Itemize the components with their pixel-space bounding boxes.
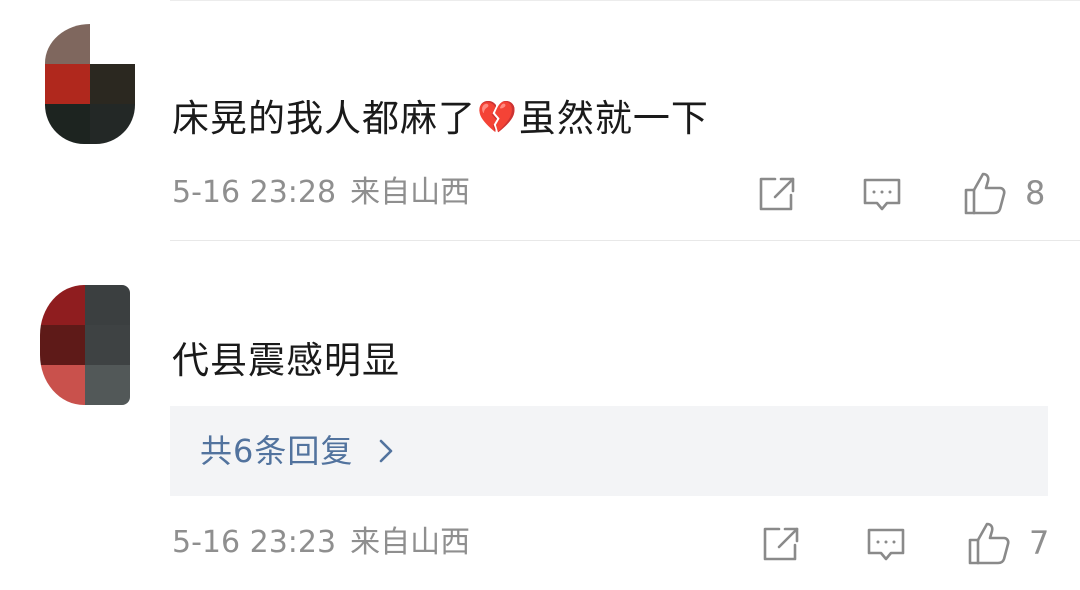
chevron-right-icon bbox=[379, 439, 393, 463]
replies-count-label: 共6条回复 bbox=[200, 432, 354, 470]
comment-icon bbox=[863, 178, 901, 211]
reply-button[interactable] bbox=[862, 176, 902, 214]
location: 来自山西 bbox=[350, 525, 471, 560]
view-replies-button[interactable]: 共6条回复 bbox=[170, 406, 1048, 496]
like-button[interactable]: 7 bbox=[967, 520, 1049, 566]
share-button[interactable] bbox=[761, 525, 801, 563]
thumbs-up-icon bbox=[964, 172, 1006, 215]
comment-meta: 5-16 23:23 来自山西 bbox=[172, 528, 470, 558]
like-count: 8 bbox=[1025, 174, 1046, 212]
like-button[interactable]: 8 bbox=[963, 170, 1045, 216]
comment-divider bbox=[170, 240, 1080, 241]
timestamp: 5-16 23:23 bbox=[172, 525, 337, 560]
thumbs-up-icon bbox=[968, 522, 1010, 565]
share-icon bbox=[759, 177, 795, 211]
timestamp: 5-16 23:28 bbox=[172, 175, 337, 210]
share-button[interactable] bbox=[757, 175, 797, 213]
comment-icon bbox=[867, 528, 905, 561]
top-divider bbox=[170, 0, 1080, 1]
comment-text-part: 床晃的我人都麻了 bbox=[172, 97, 476, 140]
comment-meta: 5-16 23:28 来自山西 bbox=[172, 178, 470, 208]
avatar[interactable] bbox=[45, 24, 135, 144]
reply-button[interactable] bbox=[866, 526, 906, 564]
like-count: 7 bbox=[1029, 524, 1050, 562]
broken-heart-icon: 💔 bbox=[477, 98, 518, 136]
comment-text-part: 虽然就一下 bbox=[518, 97, 709, 140]
comment-text: 床晃的我人都麻了💔虽然就一下 bbox=[172, 100, 709, 137]
comment-text: 代县震感明显 bbox=[172, 339, 400, 382]
share-icon bbox=[763, 527, 799, 561]
avatar[interactable] bbox=[40, 285, 130, 405]
location: 来自山西 bbox=[350, 175, 471, 210]
